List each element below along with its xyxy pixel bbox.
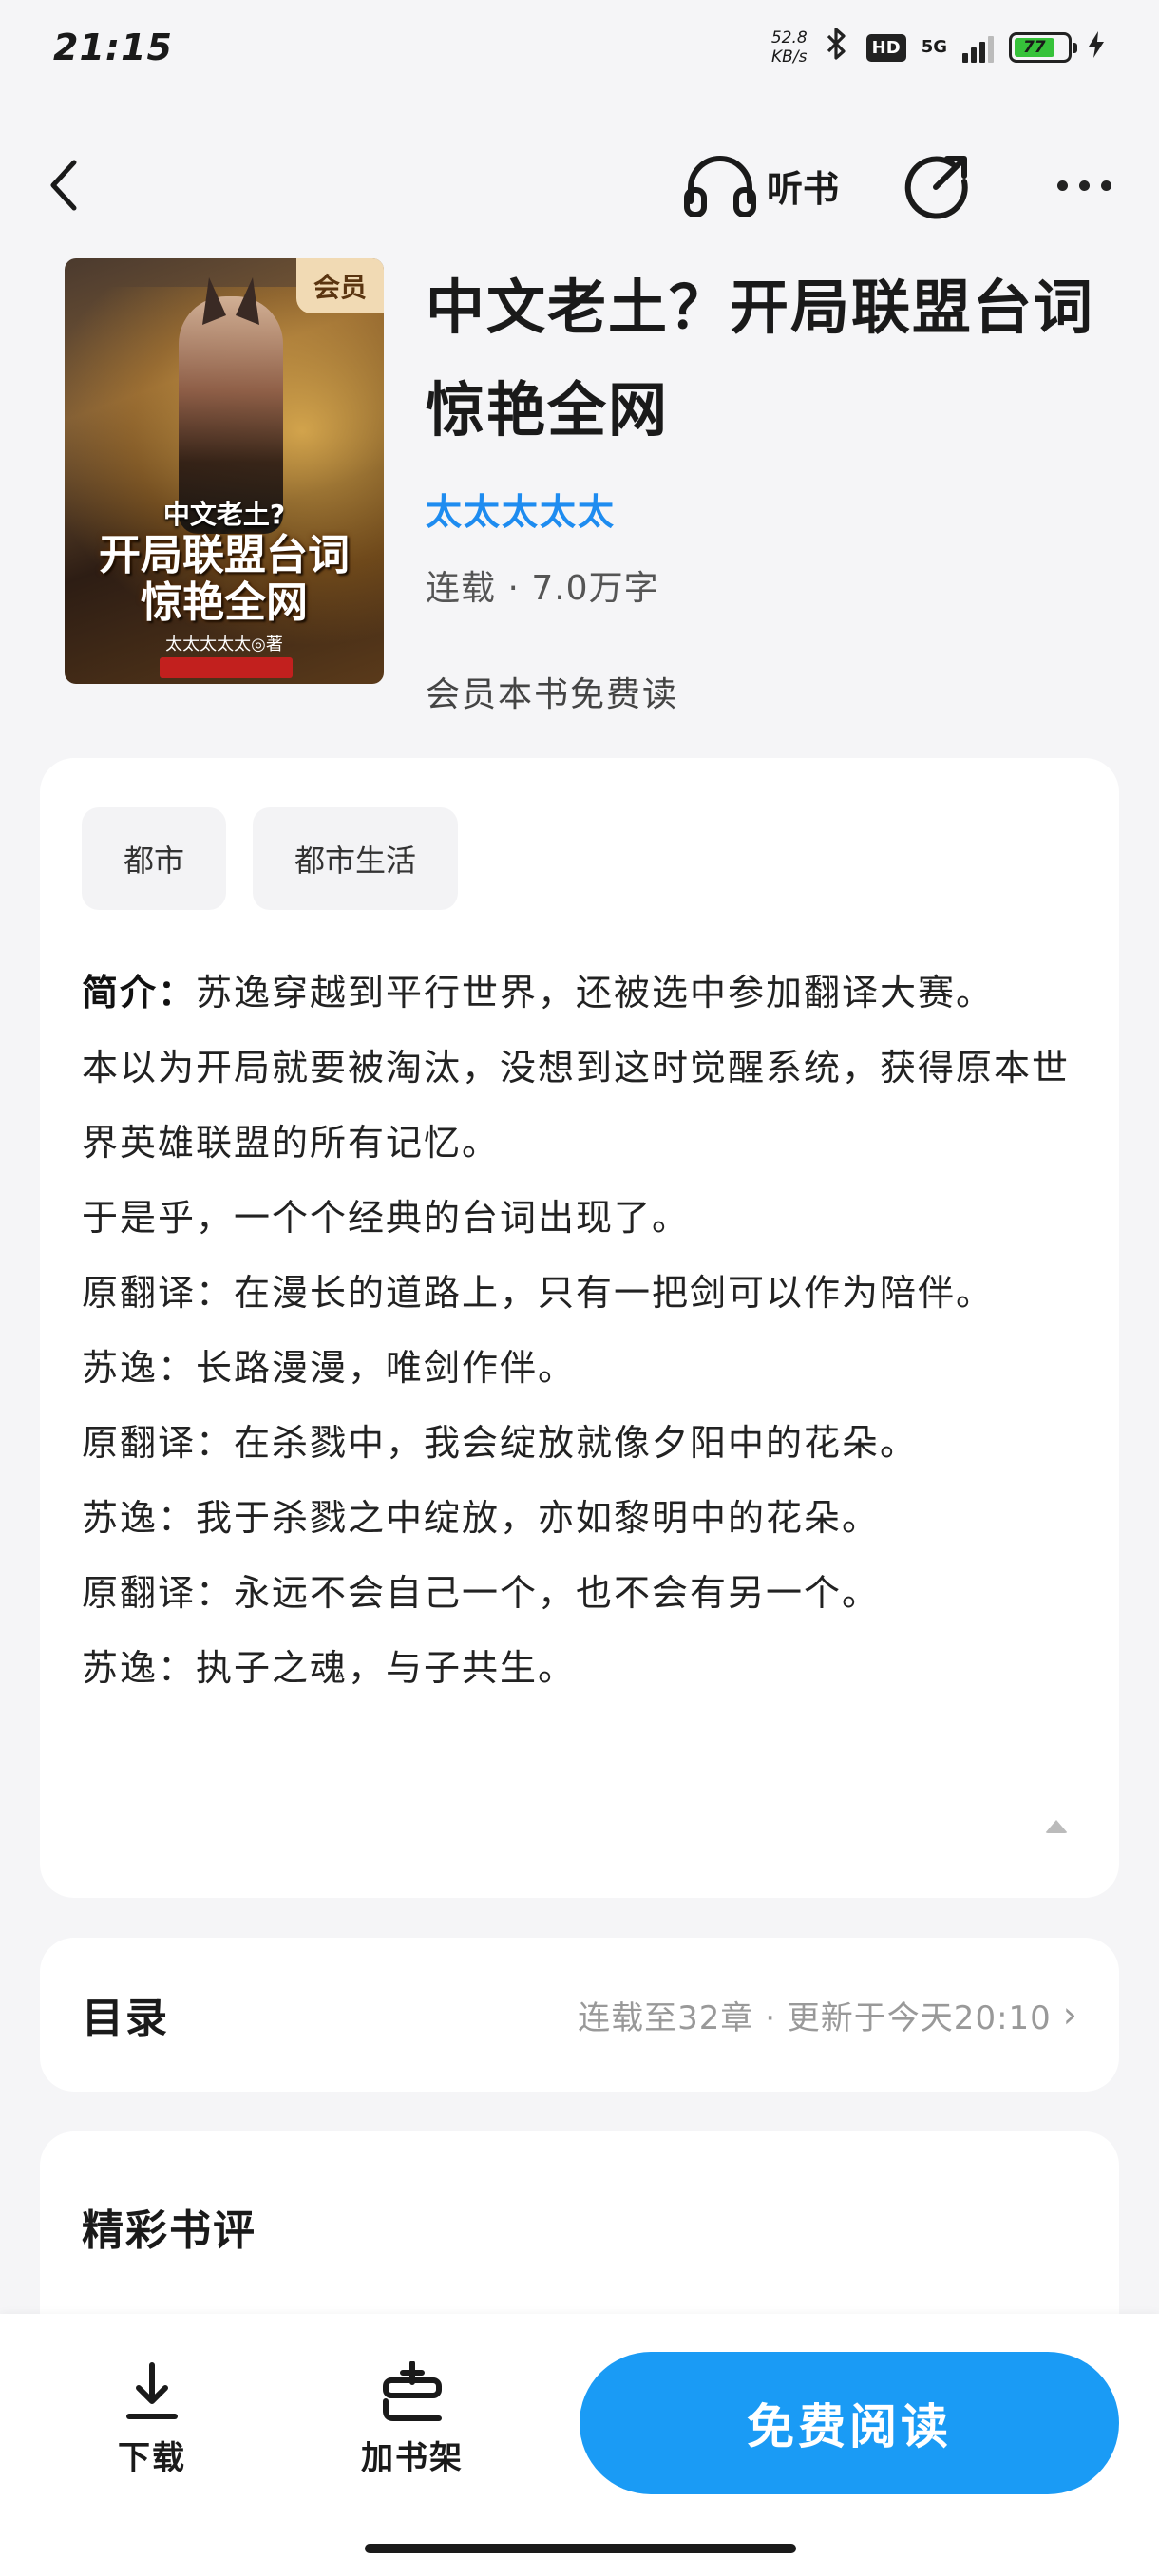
intro-line-text: 苏逸穿越到平行世界，还被选中参加翻译大赛。: [196, 972, 995, 1013]
status-bar: 21:15 52.8 KB/s HD 5G 77: [0, 0, 1159, 95]
cover-title-large: 开局联盟台词 惊艳全网: [65, 532, 384, 627]
toc-row[interactable]: 目录 连载至32章 · 更新于今天20:10 ›: [40, 1938, 1119, 2092]
nav-actions: 听书: [683, 151, 1112, 219]
share-button[interactable]: [903, 151, 972, 219]
back-button[interactable]: [48, 147, 104, 223]
book-author[interactable]: 太太太太太: [426, 483, 616, 535]
publisher-logo: [160, 657, 293, 678]
status-icons: 52.8 KB/s HD 5G 77: [771, 27, 1106, 69]
signal-icon: [962, 32, 994, 63]
toc-status: 连载至32章 · 更新于今天20:10: [578, 1998, 1052, 2037]
add-shelf-label: 加书架: [361, 2439, 464, 2477]
bluetooth-icon: [823, 27, 851, 69]
collapse-icon[interactable]: [1045, 1820, 1068, 1833]
more-icon: [1057, 180, 1068, 191]
add-to-shelf-button[interactable]: 加书架: [361, 2361, 464, 2478]
tag-chip[interactable]: 都市生活: [253, 807, 459, 910]
network-speed: 52.8 KB/s: [771, 28, 808, 66]
top-nav: 听书: [0, 138, 1159, 233]
tag-list: 都市 都市生活: [82, 807, 1081, 910]
download-label: 下载: [118, 2439, 186, 2477]
network-speed-unit: KB/s: [771, 47, 808, 66]
more-icon-dot: [1079, 180, 1090, 191]
network-speed-value: 52.8: [770, 28, 808, 47]
intro-line: 苏逸：长路漫漫，唯剑作伴。: [82, 1347, 577, 1389]
bottom-action-bar: 下载 加书架 免费阅读: [0, 2314, 1159, 2576]
status-time: 21:15: [53, 27, 173, 68]
battery-icon: 77: [1009, 32, 1077, 63]
vip-badge: 会员: [296, 258, 384, 313]
share-icon: [904, 156, 968, 219]
tag-chip[interactable]: 都市: [82, 807, 227, 910]
free-read-button[interactable]: 免费阅读: [580, 2352, 1119, 2494]
book-meta: 连载 · 7.0万字: [426, 569, 659, 608]
more-button[interactable]: [1057, 180, 1112, 191]
intro-line: 原翻译：在杀戮中，我会绽放就像夕阳中的花朵。: [82, 1422, 919, 1464]
intro-line: 原翻译：在漫长的道路上，只有一把剑可以作为陪伴。: [82, 1272, 995, 1314]
book-cover[interactable]: 会员 中文老土? 开局联盟台词 惊艳全网 太太太太太◎著: [65, 258, 384, 684]
back-icon: [50, 160, 77, 211]
home-indicator[interactable]: [365, 2544, 796, 2553]
cover-ears-art: [202, 277, 259, 325]
cover-title-small: 中文老土?: [162, 499, 286, 530]
headphones-icon: [683, 156, 756, 217]
intro-line: 苏逸：执子之魂，与子共生。: [82, 1647, 577, 1689]
more-icon-dot: [1101, 180, 1112, 191]
download-icon: [126, 2362, 178, 2419]
charging-icon: [1087, 30, 1106, 66]
listen-button[interactable]: 听书: [683, 154, 839, 217]
cover-author: 太太太太太◎著: [165, 635, 283, 654]
hd-badge: HD: [865, 33, 906, 62]
intro-line: 苏逸：我于杀戮之中绽放，亦如黎明中的花朵。: [82, 1497, 881, 1539]
intro-line: 简介：苏逸穿越到平行世界，还被选中参加翻译大赛。: [82, 956, 1081, 1031]
vip-free-note: 会员本书免费读: [426, 675, 679, 714]
intro-text[interactable]: 简介：苏逸穿越到平行世界，还被选中参加翻译大赛。 本以为开局就要被淘汰，没想到这…: [82, 956, 1081, 1706]
cover-title-line: 开局联盟台词: [99, 531, 350, 579]
intro-label: 简介：: [82, 972, 197, 1013]
cover-title-line: 惊艳全网: [141, 578, 308, 627]
intro-line: 于是乎，一个个经典的台词出现了。: [82, 1197, 691, 1239]
battery-level: 77: [1015, 38, 1054, 57]
toc-title: 目录: [82, 1995, 169, 2043]
intro-line: 原翻译：永远不会自己一个，也不会有另一个。: [82, 1572, 881, 1614]
network-type-label: 5G: [921, 37, 947, 57]
intro-card: 都市 都市生活 简介：苏逸穿越到平行世界，还被选中参加翻译大赛。 本以为开局就要…: [40, 758, 1119, 1898]
book-title: 中文老土？开局联盟台词惊艳全网: [426, 273, 1095, 445]
download-button[interactable]: 下载: [118, 2361, 186, 2478]
add-shelf-icon: [383, 2361, 442, 2421]
listen-label: 听书: [766, 167, 839, 210]
intro-line: 本以为开局就要被淘汰，没想到这时觉醒系统，获得原本世界英雄联盟的所有记忆。: [82, 1047, 1071, 1164]
chevron-right-icon: ›: [1062, 1994, 1077, 2036]
reviews-title: 精彩书评: [82, 2207, 256, 2255]
